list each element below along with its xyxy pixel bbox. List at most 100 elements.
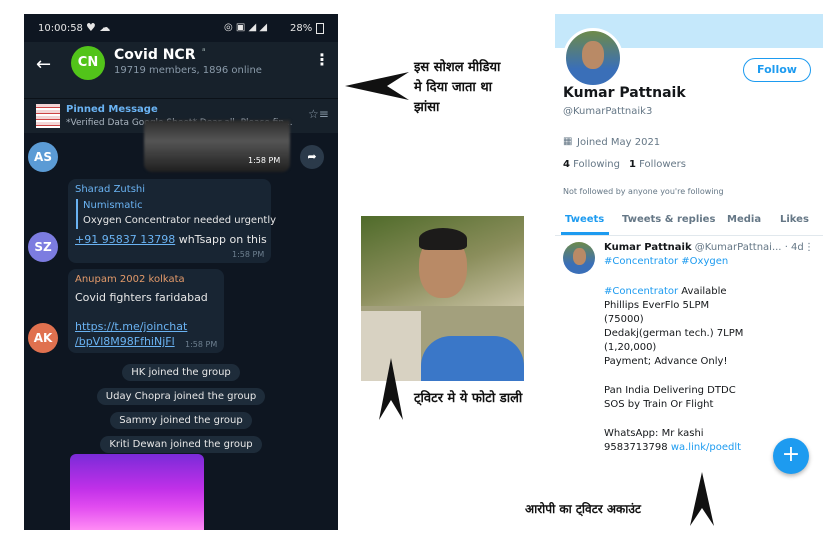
battery-level: 28% (290, 23, 313, 34)
message-time: 1:58 PM (248, 156, 281, 165)
message-text: Covid fighters faridabad (75, 291, 208, 304)
caption-line: झांसा (414, 100, 440, 115)
active-tab-indicator (561, 232, 609, 235)
pinned-title: Pinned Message (66, 104, 158, 115)
message-bubble[interactable]: Sharad Zutshi Numismatic Oxygen Concentr… (68, 179, 276, 263)
profile-tabs: Tweets Tweets & replies Media Likes (555, 207, 823, 236)
telegram-screenshot: 10:00:58 ♥ ☁ ◎ ▣ ◢ ◢ 28% ← CN Covid NCR … (24, 14, 338, 530)
not-followed-note: Not followed by anyone you're following (563, 187, 724, 196)
forward-icon[interactable]: ➦ (300, 145, 324, 169)
reply-bar (76, 199, 78, 229)
tweet-line: #Concentrator Available (604, 285, 818, 299)
tweet-line: (75000) (604, 314, 644, 325)
tweet-line: Payment; Advance Only! (604, 356, 728, 367)
message-suffix: whTsapp on this (175, 233, 267, 246)
mute-icon: ᵃ (202, 47, 206, 57)
followers-count: 1 (629, 159, 636, 170)
back-arrow-icon[interactable]: ← (36, 54, 51, 75)
message-time: 1:58 PM (185, 340, 218, 349)
group-name[interactable]: Covid NCR (114, 47, 195, 63)
up-arrow-icon (379, 358, 403, 420)
invite-link[interactable]: https://t.me/joinchat (75, 320, 187, 333)
message-text: +91 95837 13798 whTsapp on this (75, 233, 267, 246)
following-stat[interactable]: 4 Following (563, 159, 620, 170)
avatar-face (573, 248, 586, 265)
status-time: 10:00:58 (38, 23, 83, 34)
sender-avatar-sz[interactable]: SZ (28, 232, 58, 262)
sender-avatar-as[interactable]: AS (28, 142, 58, 172)
profile-handle: @KumarPattnaik3 (563, 106, 653, 117)
caption-line: मे दिया जाता था (414, 80, 492, 95)
tweet-hashtags[interactable]: #Concentrator #Oxygen (604, 255, 818, 269)
calendar-icon: ▦ (563, 136, 573, 147)
tweet-link[interactable]: wa.link/poedlt (671, 442, 741, 453)
pin-list-icon[interactable]: ☆≡ (308, 107, 329, 121)
tweet-author[interactable]: Kumar Pattnaik (604, 242, 692, 253)
photo-caption: ट्विटर मे ये फोटो डाली (414, 391, 523, 406)
telegram-caption: इस सोशल मीडिया मे दिया जाता था झांसा (414, 58, 500, 118)
chat-header: ← CN Covid NCR ᵃ 19719 members, 1896 onl… (24, 42, 338, 98)
system-message: Sammy joined the group (110, 412, 252, 429)
tweet-line: (1,20,000) (604, 342, 657, 353)
up-arrow-icon (690, 472, 714, 526)
member-count: 19719 members, 1896 online (114, 65, 262, 76)
signal-icon: ◎ ▣ ◢ ◢ (224, 22, 268, 33)
photo-shirt (421, 336, 524, 381)
invite-link-cont[interactable]: /bpVl8M98FfhiNjFl (75, 335, 175, 348)
account-caption: आरोपी का ट्विटर अकाउंट (525, 502, 641, 516)
sender-name[interactable]: Sharad Zutshi (75, 184, 145, 195)
tweet-line: SOS by Train Or Flight (604, 399, 714, 410)
tab-likes[interactable]: Likes (780, 214, 809, 225)
system-messages: HK joined the group Uday Chopra joined t… (24, 360, 338, 456)
heart-icon: ♥ ☁ (86, 21, 111, 34)
sender-name[interactable]: Anupam 2002 kolkata (75, 274, 185, 285)
tab-tweets-replies[interactable]: Tweets & replies (622, 214, 715, 225)
tweet-line: Dedakj(german tech.) 7LPM (604, 328, 744, 339)
tweet-menu-icon[interactable]: ⋮ (804, 242, 814, 253)
caption-line: इस सोशल मीडिया (414, 60, 501, 75)
profile-avatar[interactable] (563, 28, 623, 88)
message-bubble[interactable]: Anupam 2002 kolkata Covid fighters farid… (68, 269, 224, 353)
more-menu-icon[interactable]: ⋮ (314, 50, 330, 69)
pinned-thumbnail (36, 104, 60, 128)
tweet-hashtag[interactable]: #Concentrator (604, 286, 678, 297)
followers-label: Followers (635, 159, 686, 170)
following-label: Following (569, 159, 620, 170)
reply-text: Oxygen Concentrator needed urgently (83, 215, 277, 226)
tab-tweets[interactable]: Tweets (565, 214, 604, 225)
photo-hair (419, 228, 467, 250)
reply-author: Numismatic (83, 200, 143, 211)
tweet-line: Phillips EverFlo 5LPM (604, 300, 710, 311)
battery-icon (316, 23, 324, 34)
followers-stat[interactable]: 1 Followers (629, 159, 686, 170)
left-arrow-icon (345, 72, 409, 100)
group-avatar[interactable]: CN (71, 46, 105, 80)
tweet-avatar[interactable] (563, 242, 595, 274)
tweet-header: Kumar Pattnaik @KumarPattnai... · 4d (604, 241, 818, 255)
tweet-text: Available (678, 286, 727, 297)
following-count: 4 (563, 159, 570, 170)
tweet-line: Pan India Delivering DTDC (604, 385, 736, 396)
message-time: 1:58 PM (232, 250, 265, 259)
tweet-handle: @KumarPattnai... (694, 242, 782, 253)
status-bar: 10:00:58 ♥ ☁ ◎ ▣ ◢ ◢ 28% (24, 14, 338, 42)
sender-avatar-ak[interactable]: AK (28, 323, 58, 353)
profile-name: Kumar Pattnaik (563, 85, 686, 101)
tab-media[interactable]: Media (727, 214, 761, 225)
media-preview[interactable] (70, 454, 204, 530)
follow-button[interactable]: Follow (743, 58, 811, 82)
joined-date: Joined May 2021 (577, 137, 661, 148)
compose-button[interactable]: + (773, 438, 809, 474)
phone-link[interactable]: +91 95837 13798 (75, 233, 175, 246)
system-message: Kriti Dewan joined the group (100, 436, 262, 453)
system-message: Uday Chopra joined the group (96, 388, 266, 405)
twitter-screenshot: Follow Kumar Pattnaik @KumarPattnaik3 ▦ … (555, 14, 823, 494)
tweet-age: · 4d (784, 242, 804, 253)
tweet-phone: 9583713798 (604, 442, 671, 453)
tweet[interactable]: Kumar Pattnaik @KumarPattnai... · 4d #Co… (604, 241, 818, 455)
avatar-face (582, 41, 604, 69)
system-message: HK joined the group (122, 364, 240, 381)
